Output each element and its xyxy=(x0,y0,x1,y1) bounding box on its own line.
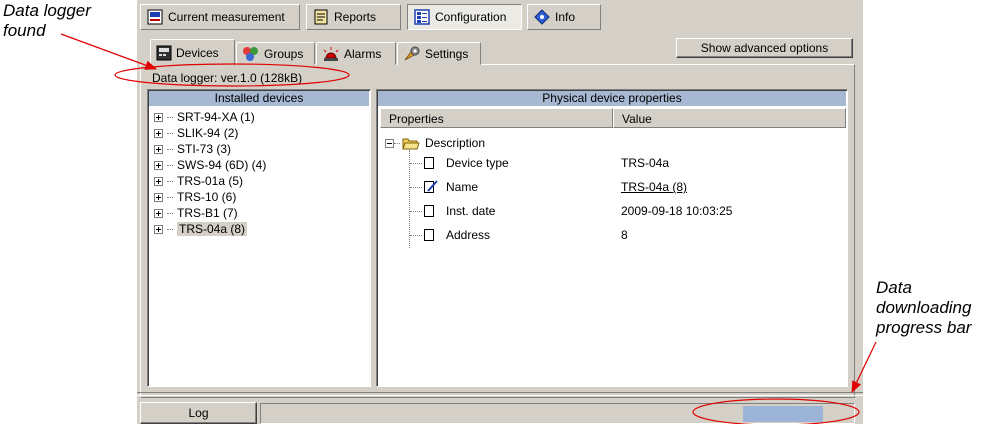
annotation-arrow-progress xyxy=(851,341,877,394)
annotation-arrow-logger xyxy=(60,33,158,70)
annotation-overlay xyxy=(60,33,877,424)
annotation-ellipse-progress xyxy=(692,398,860,424)
